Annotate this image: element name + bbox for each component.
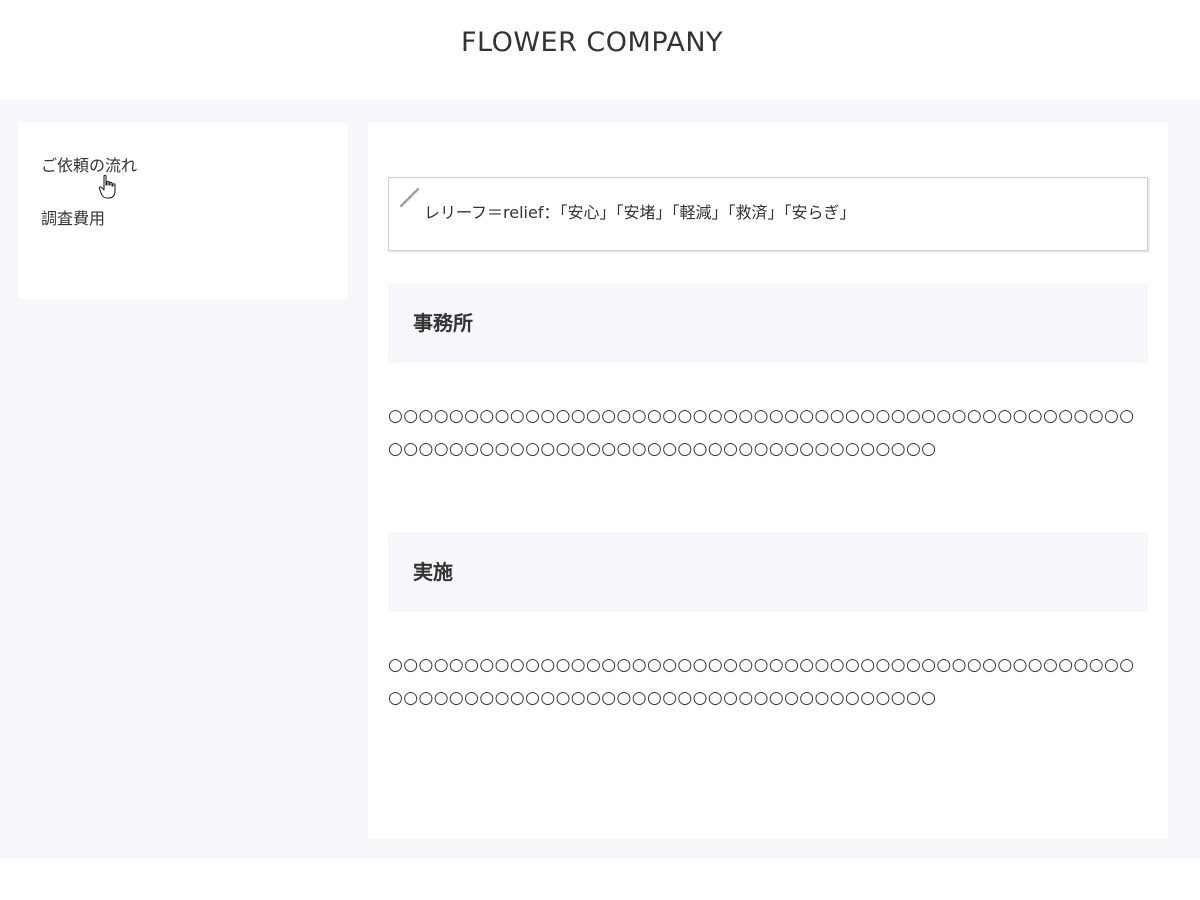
section-text-implementation: ○○○○○○○○○○○○○○○○○○○○○○○○○○○○○○○○○○○○○○○○… — [388, 655, 1135, 708]
section-text-office: ○○○○○○○○○○○○○○○○○○○○○○○○○○○○○○○○○○○○○○○○… — [388, 406, 1135, 459]
note-box: レリーフ＝relief：「安心」「安堵」「軽減」「救済」「安らぎ」 — [388, 177, 1148, 251]
pencil-icon — [399, 186, 421, 208]
page-body: ご依頼の流れ 調査費用 レリーフ＝relief：「安心」「安堵」「軽減」「救済」… — [0, 99, 1200, 859]
main-content: レリーフ＝relief：「安心」「安堵」「軽減」「救済」「安らぎ」 事務所 ○○… — [368, 123, 1168, 839]
sidebar-link-investigation-fee[interactable]: 調査費用 — [41, 208, 105, 230]
site-title[interactable]: FLOWER COMPANY — [0, 26, 1184, 60]
site-header: FLOWER COMPANY — [0, 0, 1200, 99]
note-text: レリーフ＝relief：「安心」「安堵」「軽減」「救済」「安らぎ」 — [424, 203, 856, 222]
section-heading-implementation: 実施 — [388, 532, 1148, 612]
sidebar-link-request-flow[interactable]: ご依頼の流れ — [41, 155, 137, 177]
sidebar: ご依頼の流れ 調査費用 — [18, 123, 348, 299]
section-heading-office: 事務所 — [388, 283, 1148, 363]
